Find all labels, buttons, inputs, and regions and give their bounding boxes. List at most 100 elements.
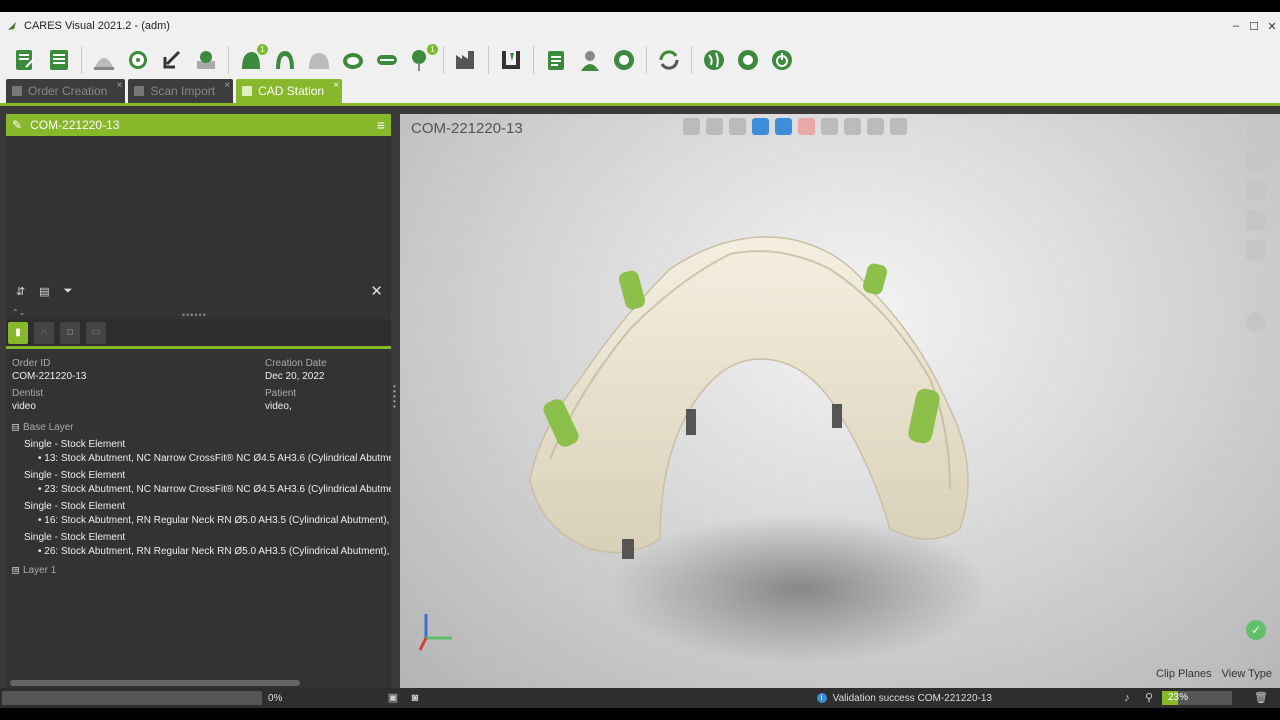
cloud-icon[interactable] (192, 46, 220, 74)
arch-icon[interactable] (271, 46, 299, 74)
book-icon[interactable]: ▮ (8, 321, 28, 344)
axes-gizmo-icon (418, 614, 452, 651)
toggle-icon[interactable] (1246, 312, 1266, 332)
active-view-icon[interactable] (1246, 180, 1266, 200)
screw (832, 404, 842, 428)
tab-scan-import[interactable]: Scan Import × (128, 79, 234, 103)
globe-icon[interactable] (700, 46, 728, 74)
settings-list-icon[interactable] (890, 118, 907, 135)
tree-item[interactable]: 13: Stock Abutment, NC Narrow CrossFit® … (12, 453, 391, 464)
scan-icon[interactable] (90, 46, 118, 74)
tree-layer-base[interactable]: ⊟ Base Layer (12, 422, 391, 433)
close-window-button[interactable]: ✕ (1264, 20, 1280, 33)
toolbar-separator (533, 46, 534, 74)
panel-splitter[interactable]: • • • • • (391, 114, 400, 688)
close-tab-button[interactable]: × (117, 80, 123, 91)
validation-check-icon[interactable]: ✓ (1246, 620, 1266, 640)
tab-bar: Order Creation × Scan Import × CAD Stati… (0, 79, 1280, 106)
jaw-view-icon[interactable] (706, 118, 723, 135)
bridge-icon[interactable] (373, 46, 401, 74)
zoom-tool-icon[interactable]: ⚲ (1142, 692, 1156, 704)
clipboard-icon[interactable] (542, 46, 570, 74)
doctor-icon[interactable] (576, 46, 604, 74)
minimize-button[interactable]: – (1228, 20, 1244, 33)
help-icon[interactable] (734, 46, 762, 74)
implant-icon[interactable]: 1 (407, 44, 438, 74)
3d-viewport[interactable]: COM-221220-13 ✓ Clip Planes View Type (400, 114, 1280, 688)
design-1-icon[interactable]: 1 (237, 44, 268, 74)
layer-tree: ⊟ Base Layer Single - Stock Element 13: … (12, 420, 391, 578)
tree-group[interactable]: Single - Stock Element (12, 470, 391, 481)
collapse-chevrons[interactable]: ⌃⌄ (12, 308, 25, 317)
layer-label: Layer 1 (23, 565, 57, 576)
tab-order-creation[interactable]: Order Creation × (6, 79, 126, 103)
toolbar-separator (691, 46, 692, 74)
tree-item[interactable]: 23: Stock Abutment, NC Narrow CrossFit® … (12, 484, 391, 495)
tab-label: Order Creation (28, 84, 108, 98)
zoom-slider[interactable]: 23% (1162, 691, 1232, 705)
notification-bell-icon[interactable]: ♪ (1120, 692, 1134, 704)
notes-icon[interactable]: ▭ (86, 321, 106, 344)
upper-jaw-icon[interactable] (752, 118, 769, 135)
notification-badge: 1 (427, 44, 438, 55)
dental-model[interactable] (510, 209, 990, 679)
implant-post (863, 263, 887, 295)
screenshot-icon[interactable]: ◙ (408, 692, 422, 704)
tree-group[interactable]: Single - Stock Element (12, 501, 391, 512)
horizontal-scrollbar[interactable] (10, 680, 300, 686)
model-arch (529, 236, 969, 554)
tree-item[interactable]: 16: Stock Abutment, RN Regular Neck RN Ø… (12, 515, 391, 526)
lower-jaw-icon[interactable] (775, 118, 792, 135)
notification-badge: 1 (257, 44, 268, 55)
view-sphere-icon[interactable] (1246, 120, 1266, 140)
model-icon[interactable] (124, 46, 152, 74)
progress-value: 0% (268, 692, 283, 704)
settings-icon[interactable] (610, 46, 638, 74)
tree-group[interactable]: Single - Stock Element (12, 439, 391, 450)
close-tab-button[interactable]: × (333, 80, 339, 91)
arch-view-icon[interactable] (729, 118, 746, 135)
bite-icon[interactable] (339, 46, 367, 74)
splitter-grip-icon: • • • • • (393, 382, 396, 411)
new-order-icon[interactable] (11, 46, 39, 74)
expand-icon[interactable]: ⊞ (12, 567, 19, 574)
order-list-icon[interactable] (45, 46, 73, 74)
gingiva-icon[interactable] (305, 46, 333, 74)
window-title: CARES Visual 2021.2 - (adm) (24, 20, 170, 32)
model-view-icon[interactable] (844, 118, 861, 135)
clip-planes-button[interactable]: Clip Planes (1156, 668, 1212, 680)
maximize-button[interactable]: ☐ (1246, 20, 1262, 33)
panel-tools: ⇵ ▤ ⏷ ✕ (6, 280, 391, 302)
tab-cad-station[interactable]: CAD Station × (236, 79, 343, 103)
production-icon[interactable] (452, 46, 480, 74)
tooth-icon[interactable]: ∩ (34, 321, 54, 344)
refresh-icon[interactable] (655, 46, 683, 74)
power-icon[interactable] (768, 46, 796, 74)
tree-group[interactable]: Single - Stock Element (12, 532, 391, 543)
trash-icon[interactable]: 🗑 (1254, 692, 1268, 704)
order-id-value: COM-221220-13 (12, 371, 87, 382)
tree-item[interactable]: 26: Stock Abutment, RN Regular Neck RN Ø… (12, 546, 391, 557)
toolbar-separator (443, 46, 444, 74)
view-type-button[interactable]: View Type (1222, 668, 1272, 680)
implant-view-icon[interactable] (821, 118, 838, 135)
filter-icon[interactable]: ⏷ (64, 285, 73, 298)
front-view-icon[interactable] (1246, 150, 1266, 170)
camera-icon[interactable]: ◘ (60, 321, 80, 344)
bar-icon[interactable] (497, 46, 525, 74)
list-view-icon[interactable]: ▤ (39, 285, 49, 298)
import-icon[interactable] (158, 46, 186, 74)
abutment-view-icon[interactable] (867, 118, 884, 135)
side-view-icon[interactable] (1246, 210, 1266, 230)
gingiva-view-icon[interactable] (798, 118, 815, 135)
close-panel-button[interactable]: ✕ (370, 282, 383, 300)
menu-icon[interactable]: ≡ (377, 117, 385, 133)
tooth-view-icon[interactable] (683, 118, 700, 135)
tree-layer-1[interactable]: ⊞ Layer 1 (12, 565, 391, 576)
close-tab-button[interactable]: × (224, 80, 230, 91)
collapse-icon[interactable]: ⊟ (12, 424, 19, 431)
toolbar-separator (81, 46, 82, 74)
save-icon[interactable]: ▣ (386, 692, 400, 704)
back-view-icon[interactable] (1246, 240, 1266, 260)
sort-icon[interactable]: ⇵ (16, 285, 25, 298)
